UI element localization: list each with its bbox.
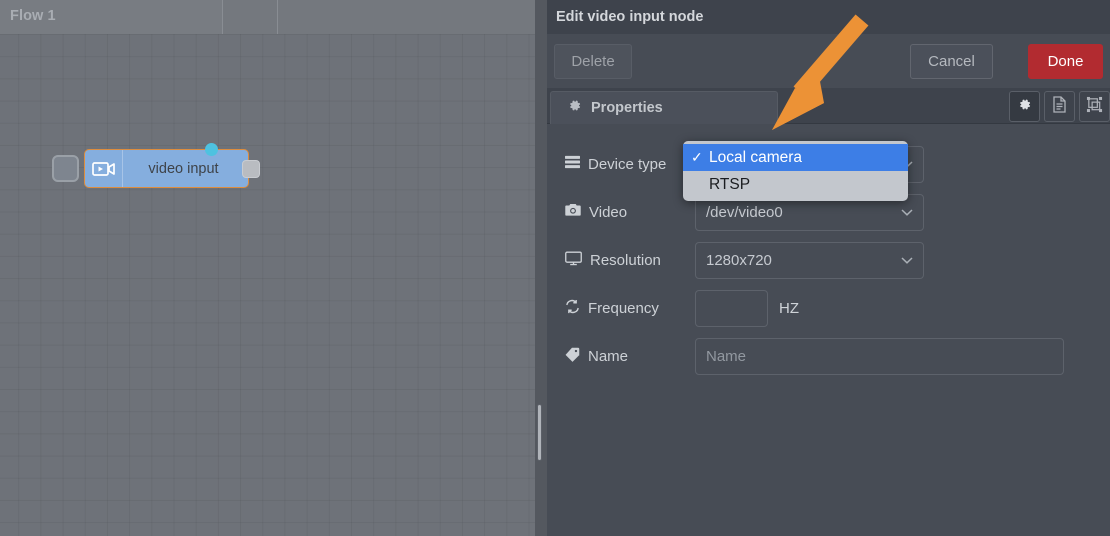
- resolution-value: 1280x720: [706, 251, 772, 269]
- frequency-unit-label: HZ: [779, 299, 799, 317]
- camera-icon: [565, 203, 581, 221]
- tool-properties-button[interactable]: [1009, 91, 1040, 122]
- panel-tool-buttons: [1009, 91, 1110, 122]
- edit-node-panel: Edit video input node Delete Cancel Done…: [547, 0, 1110, 536]
- description-icon: [1052, 95, 1067, 118]
- flow-tab-label: Flow 1: [10, 8, 56, 24]
- chevron-down-icon: [901, 204, 913, 221]
- node-output-port[interactable]: [242, 160, 260, 178]
- device-type-label: Device type: [588, 155, 667, 173]
- resolution-label: Resolution: [590, 251, 661, 269]
- server-list-icon: [565, 155, 580, 173]
- panel-header: Edit video input node: [547, 0, 1110, 34]
- field-row-resolution: Resolution 1280x720: [547, 236, 1110, 284]
- resolution-select[interactable]: 1280x720: [695, 241, 924, 279]
- video-camera-icon: [85, 150, 123, 187]
- tag-icon: [565, 347, 580, 366]
- tab-properties-label: Properties: [591, 100, 663, 116]
- video-label-group: Video: [565, 203, 695, 221]
- gear-icon: [567, 98, 582, 118]
- name-label: Name: [588, 347, 629, 365]
- flow-tab-add[interactable]: [223, 0, 278, 34]
- frequency-input[interactable]: [696, 290, 767, 326]
- field-row-name: Name: [547, 332, 1110, 380]
- check-icon: ✓: [691, 149, 703, 165]
- monitor-icon: [565, 251, 582, 270]
- device-type-label-group: Device type: [565, 155, 695, 173]
- video-label: Video: [589, 203, 628, 221]
- flow-tab-bar: Flow 1: [0, 0, 540, 34]
- node-input-port[interactable]: [52, 155, 79, 182]
- chevron-down-icon: [901, 252, 913, 269]
- tool-appearance-button[interactable]: [1079, 91, 1110, 122]
- frequency-stepper[interactable]: [695, 289, 768, 327]
- dropdown-option-rtsp[interactable]: RTSP: [683, 171, 908, 198]
- app-root: Flow 1 video input Edit video input node…: [0, 0, 1110, 536]
- done-button[interactable]: Done: [1028, 44, 1103, 79]
- frequency-label-group: Frequency: [565, 299, 695, 318]
- device-type-dropdown-menu[interactable]: ✓ Local camera RTSP: [683, 141, 908, 201]
- dropdown-option-label: Local camera: [709, 148, 803, 166]
- field-row-frequency: Frequency HZ: [547, 284, 1110, 332]
- frequency-label: Frequency: [588, 299, 659, 317]
- delete-button[interactable]: Delete: [554, 44, 632, 79]
- tool-description-button[interactable]: [1044, 91, 1075, 122]
- appearance-icon: [1086, 96, 1103, 118]
- video-value: /dev/video0: [706, 203, 783, 221]
- flow-canvas[interactable]: Flow 1 video input: [0, 0, 540, 536]
- panel-tab-row: Properties: [547, 88, 1110, 124]
- canvas-grid: [0, 34, 540, 536]
- resolution-label-group: Resolution: [565, 251, 695, 270]
- gear-icon: [1017, 97, 1032, 117]
- node-label: video input: [148, 160, 219, 177]
- tab-properties[interactable]: Properties: [550, 91, 778, 124]
- panel-action-bar: Delete Cancel Done: [547, 34, 1110, 88]
- name-label-group: Name: [565, 347, 695, 366]
- name-input[interactable]: [695, 337, 1064, 375]
- panel-resize-handle[interactable]: [537, 404, 542, 461]
- sync-icon: [565, 299, 580, 318]
- dropdown-option-local-camera[interactable]: ✓ Local camera: [683, 144, 908, 171]
- dropdown-option-label: RTSP: [709, 175, 751, 193]
- node-body[interactable]: video input: [84, 149, 249, 188]
- cancel-button[interactable]: Cancel: [910, 44, 993, 79]
- panel-title: Edit video input node: [556, 9, 704, 25]
- node-status-dot: [205, 143, 218, 156]
